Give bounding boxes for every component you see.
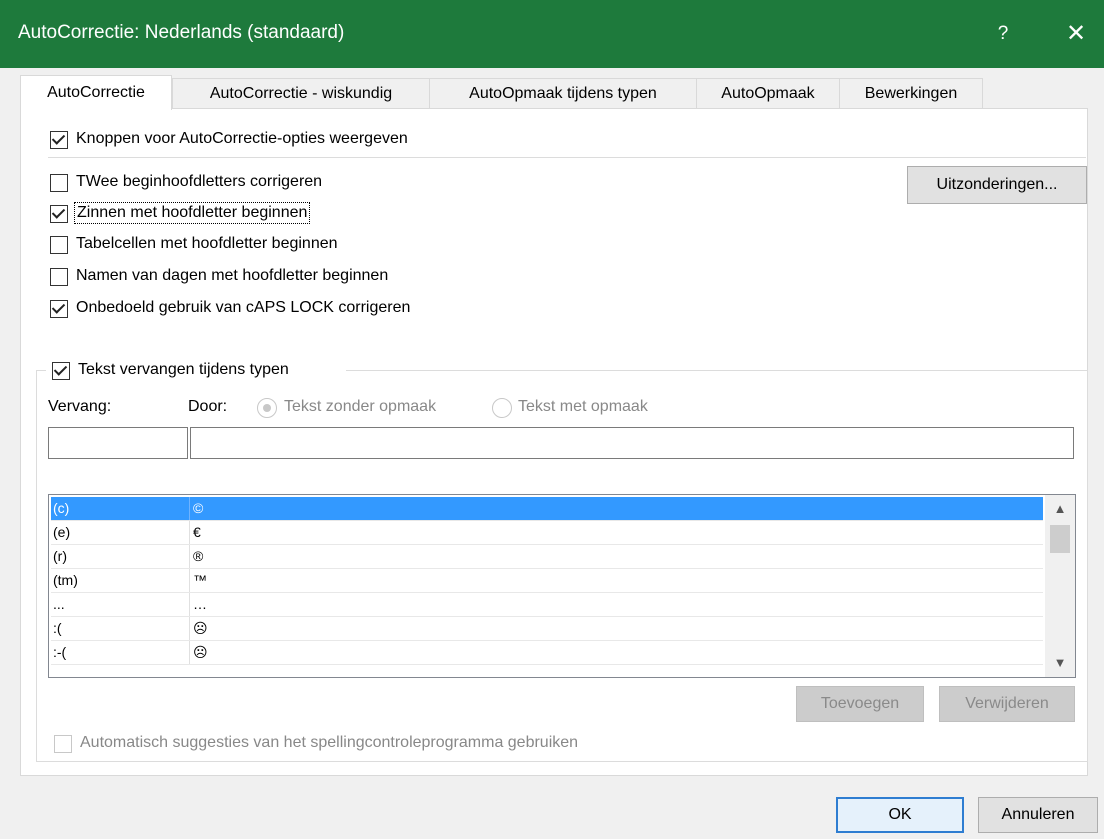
- list-item[interactable]: :(☹: [51, 617, 1043, 641]
- plain-text-label: Tekst zonder opmaak: [284, 398, 437, 415]
- vervang-label: Vervang:: [48, 398, 112, 415]
- tab-autocorrectie-wiskundig[interactable]: AutoCorrectie - wiskundig: [172, 78, 430, 109]
- separator: [48, 157, 1086, 158]
- tab-bewerkingen[interactable]: Bewerkingen: [839, 78, 983, 109]
- autocorrect-list[interactable]: (c) © (e) € (r) ® (tm) ™ ...… :(☹ :-(☹ ▲ ▼: [48, 494, 1076, 678]
- two-initials-checkbox[interactable]: [50, 174, 68, 192]
- scroll-thumb[interactable]: [1050, 525, 1070, 553]
- plain-text-radio[interactable]: [257, 398, 277, 418]
- replace-checkbox[interactable]: [52, 362, 70, 380]
- close-button[interactable]: ✕: [1056, 14, 1096, 54]
- delete-button[interactable]: Verwijderen: [939, 686, 1075, 722]
- formatted-text-radio[interactable]: [492, 398, 512, 418]
- add-button[interactable]: Toevoegen: [796, 686, 924, 722]
- list-item[interactable]: (e) €: [51, 521, 1043, 545]
- formatted-text-label: Tekst met opmaak: [518, 398, 648, 415]
- list-item[interactable]: (tm) ™: [51, 569, 1043, 593]
- day-names-label: Namen van dagen met hoofdletter beginnen: [76, 267, 389, 284]
- chevron-up-icon[interactable]: ▲: [1045, 497, 1075, 521]
- spelling-suggestions-checkbox[interactable]: [54, 735, 72, 753]
- exceptions-button[interactable]: Uitzonderingen...: [907, 166, 1087, 204]
- tab-autoopmaak-tijdens-typen[interactable]: AutoOpmaak tijdens typen: [429, 78, 697, 109]
- show-buttons-checkbox[interactable]: [50, 131, 68, 149]
- caps-lock-label: Onbedoeld gebruik van cAPS LOCK corriger…: [76, 299, 411, 316]
- caps-lock-checkbox[interactable]: [50, 300, 68, 318]
- vervang-input[interactable]: [48, 427, 188, 459]
- show-buttons-label: Knoppen voor AutoCorrectie-opties weerge…: [76, 130, 408, 147]
- replace-label: Tekst vervangen tijdens typen: [78, 361, 289, 378]
- chevron-down-icon[interactable]: ▼: [1045, 651, 1075, 675]
- day-names-checkbox[interactable]: [50, 268, 68, 286]
- sentences-label: Zinnen met hoofdletter beginnen: [74, 202, 311, 224]
- sentences-checkbox[interactable]: [50, 205, 68, 223]
- window-title: AutoCorrectie: Nederlands (standaard): [18, 22, 345, 43]
- list-item[interactable]: :-(☹: [51, 641, 1043, 665]
- list-item[interactable]: (r) ®: [51, 545, 1043, 569]
- tab-autocorrectie[interactable]: AutoCorrectie: [20, 75, 172, 110]
- two-initials-label: TWee beginhoofdletters corrigeren: [76, 173, 323, 190]
- door-input[interactable]: [190, 427, 1074, 459]
- title-bar: AutoCorrectie: Nederlands (standaard) ? …: [0, 0, 1104, 68]
- table-cells-label: Tabelcellen met hoofdletter beginnen: [76, 235, 338, 252]
- list-scrollbar[interactable]: ▲ ▼: [1045, 495, 1075, 677]
- ok-button[interactable]: OK: [836, 797, 964, 833]
- list-item[interactable]: (c) ©: [51, 497, 1043, 521]
- spelling-suggestions-label: Automatisch suggesties van het spellingc…: [80, 734, 579, 751]
- tab-autoopmaak[interactable]: AutoOpmaak: [696, 78, 840, 109]
- door-label: Door:: [188, 398, 228, 415]
- cancel-button[interactable]: Annuleren: [978, 797, 1098, 833]
- table-cells-checkbox[interactable]: [50, 236, 68, 254]
- list-item[interactable]: ...…: [51, 593, 1043, 617]
- help-button[interactable]: ?: [983, 16, 1023, 52]
